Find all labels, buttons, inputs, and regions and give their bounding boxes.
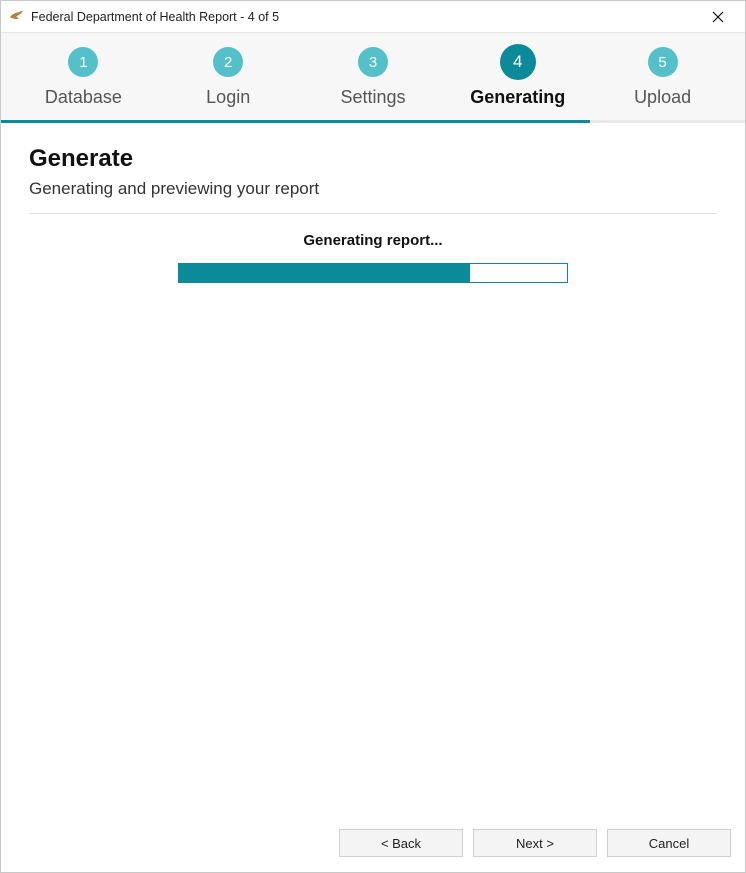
step-number-badge: 2 [213,47,243,77]
page-subtitle: Generating and previewing your report [29,179,717,199]
close-icon [712,11,724,23]
wizard-step-settings[interactable]: 3 Settings [301,47,446,108]
window-close-button[interactable] [695,2,741,32]
cancel-button[interactable]: Cancel [607,829,731,857]
active-step-underline [1,120,590,123]
wizard-step-generating[interactable]: 4 Generating [445,47,590,108]
wizard-steps-bar: 1 Database 2 Login 3 Settings 4 Generating 5 Uplo… [1,33,745,123]
step-label: Settings [340,87,405,108]
section-divider [29,213,717,214]
step-label: Upload [634,87,691,108]
back-button[interactable]: < Back [339,829,463,857]
page-heading: Generate [29,145,717,173]
generation-status-text: Generating report... [29,232,717,249]
step-number-badge: 3 [358,47,388,77]
window-titlebar: Federal Department of Health Report - 4 … [1,1,745,33]
window-title: Federal Department of Health Report - 4 … [31,10,695,24]
wizard-step-login[interactable]: 2 Login [156,47,301,108]
step-number-badge: 1 [68,47,98,77]
wizard-step-database[interactable]: 1 Database [11,47,156,108]
step-label: Database [45,87,122,108]
next-button[interactable]: Next > [473,829,597,857]
step-number-badge: 5 [648,47,678,77]
wizard-footer: < Back Next > Cancel [1,824,745,872]
wizard-step-upload[interactable]: 5 Upload [590,47,735,108]
step-label: Login [206,87,250,108]
wizard-content: Generate Generating and previewing your … [1,123,745,283]
progress-bar-fill [179,264,470,282]
progress-bar [178,263,568,283]
step-number-badge: 4 [500,44,536,80]
app-bird-icon [9,9,25,25]
step-label: Generating [470,87,565,108]
